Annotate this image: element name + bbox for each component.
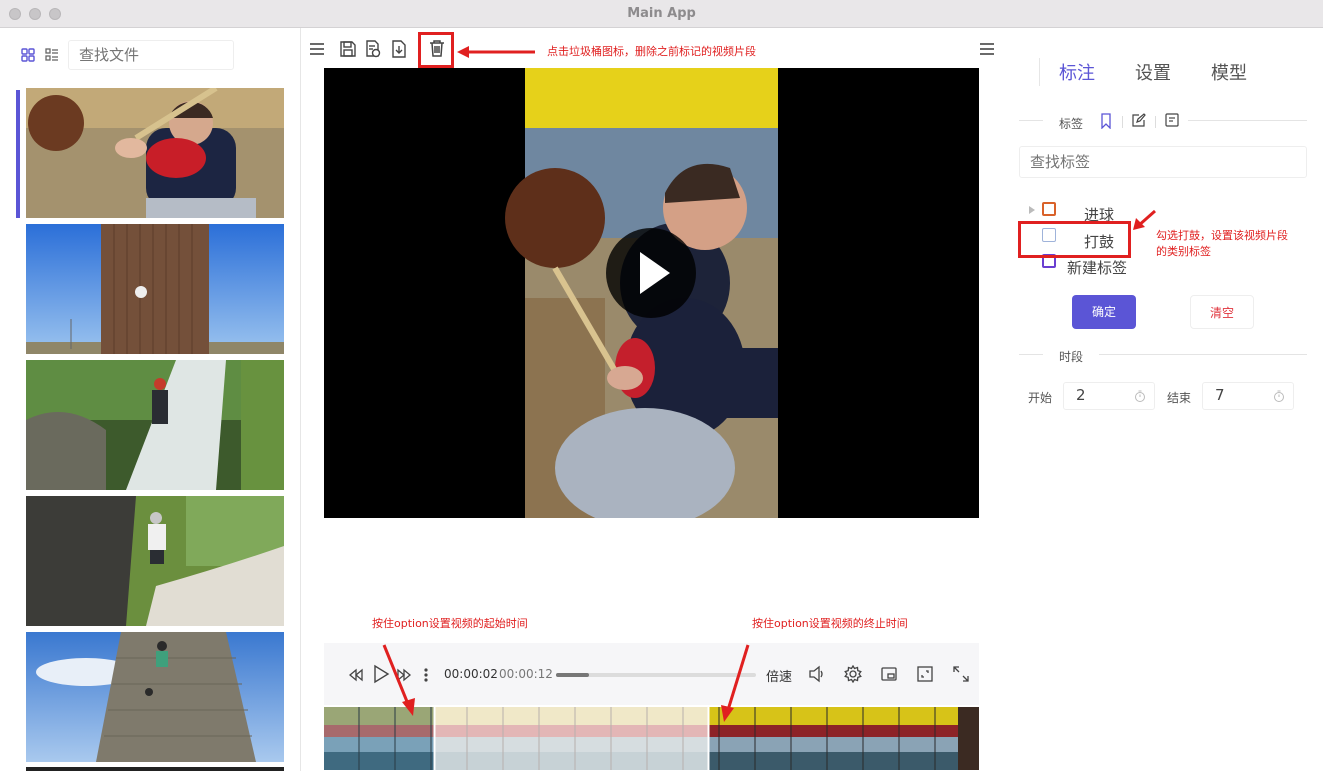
video-thumbnail[interactable]	[26, 496, 284, 626]
volume-icon[interactable]	[808, 665, 826, 683]
clear-button[interactable]: 清空	[1190, 295, 1254, 329]
confirm-button[interactable]: 确定	[1072, 295, 1136, 329]
video-frame	[324, 68, 979, 518]
tab-settings[interactable]: 设置	[1135, 59, 1171, 85]
list-view-icon[interactable]	[45, 48, 59, 62]
end-time-input[interactable]: 7	[1202, 382, 1294, 410]
delete-annotation: 点击垃圾桶图标，删除之前标记的视频片段	[547, 45, 756, 58]
start-time-value: 2	[1076, 386, 1086, 404]
more-options-icon[interactable]	[423, 667, 429, 683]
image-label-icon[interactable]	[1165, 113, 1179, 127]
window-title: Main App	[627, 6, 696, 21]
title-bar: Main App	[0, 0, 1323, 28]
menu-icon[interactable]	[308, 40, 326, 58]
fullscreen-icon[interactable]	[952, 665, 970, 683]
tag-annotation-line2: 的类别标签	[1156, 245, 1211, 258]
edit-icon[interactable]	[1132, 113, 1146, 127]
current-time: 00:00:02	[444, 667, 498, 681]
arrow-to-end-icon	[721, 644, 750, 722]
bookmark-icon[interactable]	[1099, 113, 1113, 129]
fullscreen-window-icon[interactable]	[916, 665, 934, 683]
timeline-frames	[324, 707, 979, 770]
more-menu-icon[interactable]	[978, 40, 996, 58]
save-as-icon[interactable]	[364, 40, 382, 58]
video-thumbnail[interactable]	[26, 360, 284, 490]
video-player[interactable]	[324, 68, 979, 518]
video-thumbnail[interactable]	[26, 767, 284, 771]
divider	[1019, 354, 1043, 355]
clock-icon	[1135, 390, 1145, 402]
progress-fill	[556, 673, 590, 677]
icon-separator	[1122, 116, 1123, 128]
rewind-icon[interactable]	[348, 667, 364, 683]
player-controls: 00:00:02 00:00:12 倍速	[324, 643, 979, 705]
highlight-drum-tag	[1018, 221, 1131, 258]
tag-label-new: 新建标签	[1067, 259, 1128, 277]
speed-button[interactable]: 倍速	[766, 666, 792, 685]
divider	[1099, 354, 1307, 355]
divider	[1019, 120, 1043, 121]
timeline-strip[interactable]	[324, 707, 979, 770]
start-time-annotation: 按住option设置视频的起始时间	[372, 617, 528, 630]
clock-icon	[1274, 390, 1284, 402]
end-time-annotation: 按住option设置视频的终止时间	[752, 617, 908, 630]
settings-gear-icon[interactable]	[844, 665, 862, 683]
tab-model[interactable]: 模型	[1211, 59, 1247, 85]
arrow-to-drum-icon	[1133, 209, 1156, 230]
file-sidebar	[0, 28, 301, 771]
video-thumbnail[interactable]	[26, 88, 284, 218]
video-thumbnail[interactable]	[26, 224, 284, 354]
video-thumbnail[interactable]	[26, 632, 284, 762]
end-time-value: 7	[1215, 386, 1225, 404]
tag-annotation-line1: 勾选打鼓，设置该视频片段	[1156, 229, 1288, 242]
start-label: 开始	[1028, 391, 1053, 405]
labels-section-title: 标签	[1059, 117, 1084, 131]
highlight-trash	[418, 32, 454, 68]
divider	[1188, 120, 1307, 121]
active-item-indicator	[16, 90, 20, 218]
total-time: 00:00:12	[499, 667, 553, 681]
time-section-title: 时段	[1059, 350, 1084, 364]
end-label: 结束	[1167, 391, 1192, 405]
grid-view-icon[interactable]	[21, 48, 35, 62]
tab-divider	[1039, 58, 1040, 86]
annotation-panel: 标注 设置 模型 标签 进球 打鼓 新建标签 确定 清空 时段 开始 2 结束 …	[1005, 28, 1323, 771]
expand-triangle-icon[interactable]	[1029, 206, 1035, 214]
icon-separator	[1155, 116, 1156, 128]
export-icon[interactable]	[390, 40, 408, 58]
arrow-to-start-icon	[382, 644, 415, 716]
search-tags-input[interactable]	[1019, 146, 1307, 178]
arrow-to-trash-icon	[457, 46, 535, 58]
picture-in-picture-icon[interactable]	[880, 665, 898, 683]
tab-annotate[interactable]: 标注	[1059, 59, 1095, 85]
search-file-input[interactable]	[68, 40, 234, 70]
start-time-input[interactable]: 2	[1063, 382, 1155, 410]
save-icon[interactable]	[339, 40, 357, 58]
tag-checkbox-goal[interactable]	[1042, 202, 1056, 216]
